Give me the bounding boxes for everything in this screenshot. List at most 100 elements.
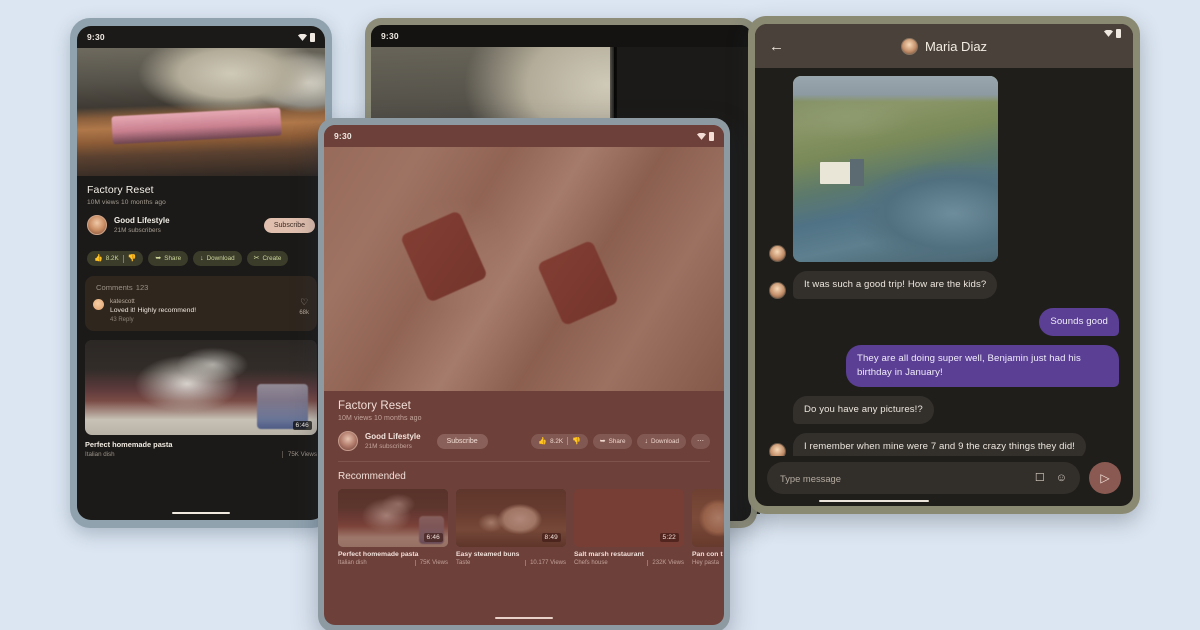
subscribe-button[interactable]: Subscribe xyxy=(263,217,315,233)
video-title: Perfect homemade pasta xyxy=(338,551,419,558)
battery-icon xyxy=(1116,28,1121,38)
home-indicator xyxy=(819,499,929,502)
video-meta: Italian dish 75K Views xyxy=(338,560,448,566)
message-bubble-outgoing[interactable]: They are all doing super well, Benjamin … xyxy=(846,344,1119,387)
next-video-thumbnail[interactable]: 6:46 xyxy=(85,340,317,435)
avatar xyxy=(769,443,786,456)
channel-info: Good Lifestyle 21M subscribers xyxy=(114,216,264,234)
next-video-card[interactable]: 6:46 Perfect homemade pasta Italian dish… xyxy=(85,340,317,458)
thumbnail[interactable]: 5:22 xyxy=(574,489,684,547)
battery-icon xyxy=(310,32,315,42)
video-title: Salt marsh restaurant xyxy=(574,551,644,558)
video-still-image xyxy=(324,147,724,391)
recommended-card[interactable]: 5:22 Salt marsh restaurant Chefs house 2… xyxy=(574,489,684,566)
message-bubble-incoming[interactable]: Do you have any pictures!? xyxy=(793,395,934,424)
share-chip[interactable]: ➥ Share xyxy=(148,251,189,266)
comments-heading: Comments 123 xyxy=(93,283,309,292)
heart-icon[interactable]: ♡ xyxy=(299,298,309,307)
like-chip[interactable]: 👍 8.2K 👎 xyxy=(531,433,588,449)
status-icons xyxy=(697,131,714,141)
thumbs-down-icon[interactable]: 👎 xyxy=(572,438,581,445)
create-label: Create xyxy=(262,255,282,262)
video-meta: Factory Reset 10M views 10 months ago Go… xyxy=(77,176,325,241)
wifi-icon xyxy=(1104,29,1113,37)
divider xyxy=(567,437,569,445)
video-title: Easy steamed buns xyxy=(456,551,520,558)
avatar[interactable] xyxy=(338,431,358,451)
thumbs-down-icon[interactable]: 👎 xyxy=(128,255,137,262)
status-bar: 9:30 xyxy=(324,125,724,147)
view-count: 232K Views xyxy=(647,560,684,566)
avatar xyxy=(769,245,786,262)
channel-name: Chefs house xyxy=(574,560,608,566)
thumbs-up-icon: 👍 xyxy=(538,437,548,445)
channel-name[interactable]: Good Lifestyle xyxy=(365,432,421,441)
comments-label: Comments xyxy=(96,283,133,292)
recommended-heading: Recommended xyxy=(338,471,406,482)
message-bubble-incoming[interactable]: It was such a good trip! How are the kid… xyxy=(793,271,998,299)
comment-like[interactable]: ♡ 68k xyxy=(299,298,309,323)
video-player[interactable] xyxy=(324,147,724,391)
thumbs-up-icon: 👍 xyxy=(94,255,103,262)
recommended-card[interactable]: 6:46 Perfect homemade pasta Italian dish… xyxy=(338,489,448,566)
comments-count: 123 xyxy=(135,283,149,292)
video-player[interactable] xyxy=(77,48,325,176)
youtube-phone: 9:30 Factory Reset 10M views 10 months a… xyxy=(70,18,332,528)
create-chip[interactable]: ✂ Create xyxy=(246,251,289,266)
message-input-placeholder[interactable]: Type message xyxy=(780,473,1024,484)
view-count: 10.177 Views xyxy=(525,560,566,566)
video-duration: 6:46 xyxy=(423,533,443,542)
comments-section[interactable]: Comments 123 katescott Loved it! Highly r… xyxy=(85,276,317,331)
status-time: 9:30 xyxy=(334,131,352,141)
wifi-icon xyxy=(298,33,307,41)
download-label: Download xyxy=(206,255,235,262)
create-icon: ✂ xyxy=(253,255,260,262)
status-icons xyxy=(298,32,315,42)
share-label: Share xyxy=(164,255,182,262)
next-video-meta: Italian dish 75K Views xyxy=(85,451,317,458)
message-input-container[interactable]: Type message ☐ ☺ xyxy=(767,462,1080,494)
messages-app-bar: ← Maria Diaz xyxy=(755,24,1133,68)
share-chip[interactable]: ➥ Share xyxy=(592,433,633,449)
emoji-icon[interactable]: ☺ xyxy=(1056,472,1067,484)
like-chip[interactable]: 👍 8.2K 👎 xyxy=(87,251,144,266)
image-icon[interactable]: ☐ xyxy=(1035,472,1045,484)
video-meta: Chefs house 232K Views xyxy=(574,560,684,566)
video-duration: 5:22 xyxy=(659,533,679,542)
message-row: It was such a good trip! How are the kid… xyxy=(769,271,1119,299)
message-thread[interactable]: It was such a good trip! How are the kid… xyxy=(755,68,1133,456)
video-meta: Factory Reset 10M views 10 months ago Go… xyxy=(324,391,724,457)
message-row: Sounds good xyxy=(769,307,1119,336)
download-chip[interactable]: ↓ Download xyxy=(637,433,686,449)
subscribe-button[interactable]: Subscribe xyxy=(436,433,488,449)
action-chip-row: 👍 8.2K 👎 ➥ Share ↓ Download ⋯ xyxy=(531,433,710,449)
channel-row: Good Lifestyle 21M subscribers Subscribe… xyxy=(338,431,710,451)
share-icon: ➥ xyxy=(599,437,606,445)
image-message[interactable] xyxy=(793,76,998,262)
pan-con-tomate-photo xyxy=(692,489,724,547)
avatar[interactable] xyxy=(87,215,107,235)
recommended-card[interactable]: 8:49 Easy steamed buns Taste 10.177 View… xyxy=(456,489,566,566)
more-options-chip[interactable]: ⋯ xyxy=(691,433,710,449)
send-icon[interactable]: ▷ xyxy=(1089,462,1121,494)
message-composer: Type message ☐ ☺ ▷ xyxy=(755,456,1133,506)
video-stats: 10M views 10 months ago xyxy=(87,199,166,206)
channel-name[interactable]: Good Lifestyle xyxy=(114,216,264,225)
message-row xyxy=(769,76,1119,262)
message-bubble-outgoing[interactable]: Sounds good xyxy=(1039,307,1119,336)
thumbnail[interactable] xyxy=(692,489,724,547)
next-video-views: 75K Views xyxy=(281,451,317,458)
status-icons xyxy=(1104,28,1121,38)
comment-meta[interactable]: 43 Reply xyxy=(110,317,299,323)
thumbnail[interactable]: 6:46 xyxy=(338,489,448,547)
message-bubble-incoming[interactable]: I remember when mine were 7 and 9 the cr… xyxy=(793,432,1087,456)
recommended-row: 6:46 Perfect homemade pasta Italian dish… xyxy=(324,482,724,566)
download-chip[interactable]: ↓ Download xyxy=(193,251,242,266)
lakeside-cottage-photo xyxy=(793,76,998,262)
youtube-screen: 9:30 Factory Reset 10M views 10 months a… xyxy=(77,26,325,520)
channel-subscribers: 21M subscribers xyxy=(114,226,161,234)
next-video-title: Perfect homemade pasta xyxy=(85,440,173,449)
thumbnail[interactable]: 8:49 xyxy=(456,489,566,547)
video-title: Factory Reset xyxy=(87,184,154,196)
recommended-card[interactable]: Pan con t Hey pasta xyxy=(692,489,724,566)
